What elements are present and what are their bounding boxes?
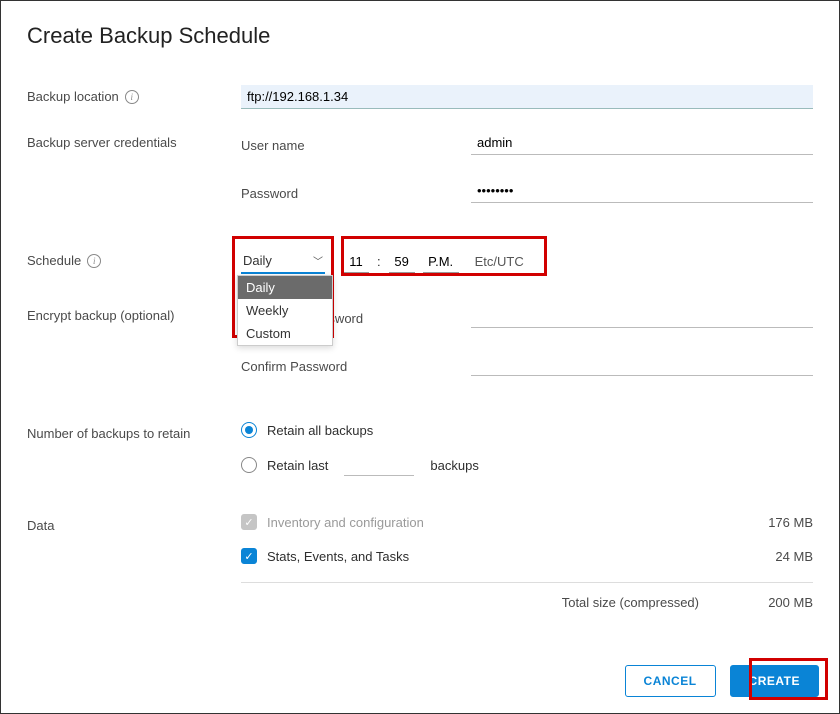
dropdown-option-custom[interactable]: Custom bbox=[238, 322, 332, 345]
data-item-label: Stats, Events, and Tasks bbox=[267, 549, 409, 564]
create-button[interactable]: CREATE bbox=[730, 665, 819, 697]
backup-location-input[interactable] bbox=[241, 85, 813, 109]
username-label: User name bbox=[241, 134, 471, 153]
cancel-button[interactable]: CANCEL bbox=[625, 665, 716, 697]
retain-last-count-input[interactable] bbox=[344, 454, 414, 476]
retain-all-radio[interactable] bbox=[241, 422, 257, 438]
password-label: Password bbox=[241, 182, 471, 201]
inventory-checkbox: ✓ bbox=[241, 514, 257, 530]
credentials-label: Backup server credentials bbox=[27, 135, 177, 150]
info-icon[interactable]: i bbox=[87, 254, 101, 268]
stats-checkbox[interactable]: ✓ bbox=[241, 548, 257, 564]
data-item-label: Inventory and configuration bbox=[267, 515, 424, 530]
password-input[interactable] bbox=[471, 179, 813, 203]
total-size-value: 200 MB bbox=[749, 595, 813, 610]
data-item-size: 24 MB bbox=[749, 549, 813, 564]
chevron-down-icon: ﹀ bbox=[313, 253, 323, 268]
confirm-password-label: Confirm Password bbox=[241, 355, 471, 374]
encryption-password-input[interactable] bbox=[471, 304, 813, 328]
retain-last-prefix: Retain last bbox=[267, 458, 328, 473]
dropdown-selected: Daily bbox=[243, 253, 272, 268]
minute-input[interactable] bbox=[389, 251, 415, 273]
dropdown-option-weekly[interactable]: Weekly bbox=[238, 299, 332, 322]
hour-input[interactable] bbox=[343, 251, 369, 273]
username-input[interactable] bbox=[471, 131, 813, 155]
retain-all-label: Retain all backups bbox=[267, 423, 373, 438]
dropdown-menu: Daily Weekly Custom bbox=[237, 275, 333, 346]
retain-last-radio[interactable] bbox=[241, 457, 257, 473]
timezone-label: Etc/UTC bbox=[475, 254, 524, 269]
confirm-password-input[interactable] bbox=[471, 352, 813, 376]
dropdown-option-daily[interactable]: Daily bbox=[238, 276, 332, 299]
schedule-frequency-dropdown[interactable]: Daily ﹀ bbox=[241, 249, 325, 274]
backup-location-label: Backup location bbox=[27, 89, 119, 104]
info-icon[interactable]: i bbox=[125, 90, 139, 104]
data-item-size: 176 MB bbox=[749, 515, 813, 530]
retain-last-suffix: backups bbox=[430, 458, 478, 473]
total-size-label: Total size (compressed) bbox=[562, 595, 699, 610]
retain-label: Number of backups to retain bbox=[27, 426, 190, 441]
time-colon: : bbox=[377, 254, 381, 269]
page-title: Create Backup Schedule bbox=[27, 23, 813, 49]
data-section-label: Data bbox=[27, 518, 54, 533]
encrypt-backup-label: Encrypt backup (optional) bbox=[27, 308, 174, 323]
schedule-label: Schedule bbox=[27, 253, 81, 268]
ampm-input[interactable] bbox=[423, 251, 459, 273]
